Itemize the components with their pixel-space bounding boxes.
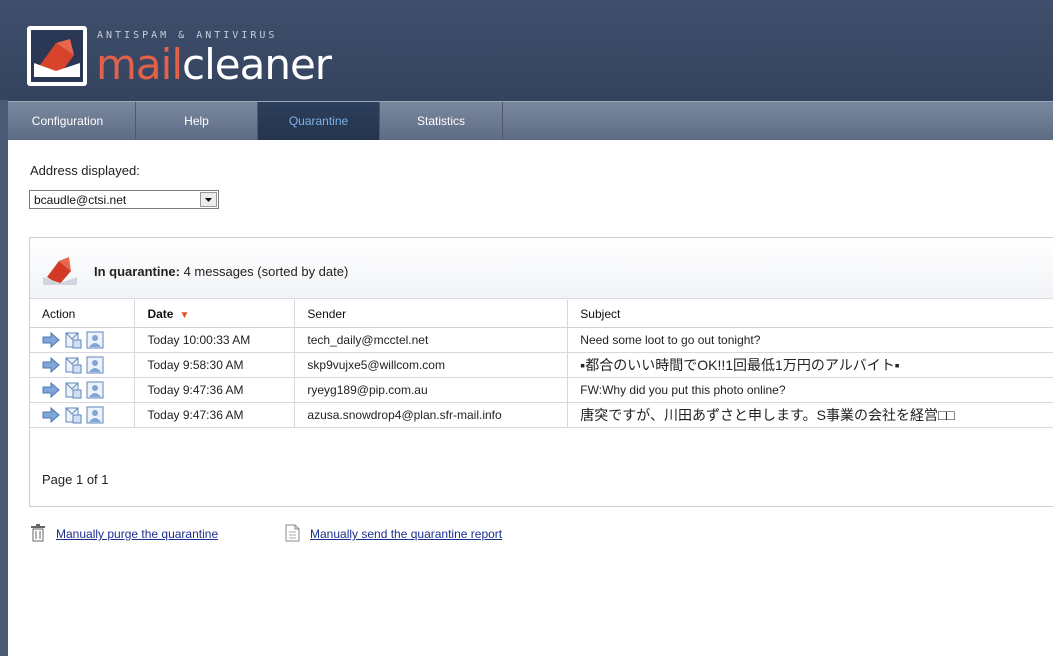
release-arrow-icon[interactable] xyxy=(42,406,60,424)
quarantine-title: In quarantine: 4 messages (sorted by dat… xyxy=(94,264,348,279)
address-selected-value: bcaudle@ctsi.net xyxy=(34,193,127,207)
sort-desc-icon: ▼ xyxy=(179,309,190,321)
main-nav: Configuration Help Quarantine Statistics xyxy=(0,101,1053,140)
purge-link-row: Manually purge the quarantine xyxy=(30,523,218,545)
row-sender: azusa.snowdrop4@plan.sfr-mail.info xyxy=(294,402,569,428)
column-header-date-label: Date xyxy=(147,306,174,321)
trash-icon[interactable] xyxy=(30,523,46,545)
table-row: Today 9:47:36 AM azusa.snowdrop4@plan.sf… xyxy=(30,402,1053,428)
brand-mail: mail xyxy=(96,40,183,89)
row-date: Today 9:47:36 AM xyxy=(134,402,296,428)
row-subject[interactable]: Need some loot to go out tonight? xyxy=(567,327,1053,353)
nav-separator xyxy=(502,102,503,140)
quarantine-header: In quarantine: 4 messages (sorted by dat… xyxy=(30,238,1053,299)
row-date: Today 9:58:30 AM xyxy=(134,352,296,378)
quarantine-table: Action Date ▼ Sender Subject Today 10:00:… xyxy=(30,300,1053,428)
pagination-info: Page 1 of 1 xyxy=(42,472,109,487)
release-arrow-icon[interactable] xyxy=(42,356,60,374)
view-message-icon[interactable] xyxy=(64,331,82,349)
row-sender: tech_daily@mcctel.net xyxy=(294,327,569,353)
row-sender: skp9vujxe5@willcom.com xyxy=(294,352,569,378)
table-header-row: Action Date ▼ Sender Subject xyxy=(30,300,1053,328)
column-header-action: Action xyxy=(30,300,136,328)
tab-quarantine[interactable]: Quarantine xyxy=(258,102,379,140)
brand-cleaner: cleaner xyxy=(182,40,332,89)
row-date: Today 10:00:33 AM xyxy=(134,327,296,353)
tab-help[interactable]: Help xyxy=(136,102,257,140)
report-false-positive-icon[interactable] xyxy=(86,356,104,374)
document-icon[interactable] xyxy=(284,524,300,545)
quarantine-icon xyxy=(43,255,77,290)
table-row: Today 10:00:33 AM tech_daily@mcctel.net … xyxy=(30,327,1053,353)
column-header-subject[interactable]: Subject xyxy=(567,300,1053,328)
report-false-positive-icon[interactable] xyxy=(86,406,104,424)
row-sender: ryeyg189@pip.com.au xyxy=(294,377,569,403)
quarantine-panel: In quarantine: 4 messages (sorted by dat… xyxy=(29,237,1053,507)
address-label: Address displayed: xyxy=(30,163,140,178)
row-subject[interactable]: 唐突ですが、川田あずさと申します。S事業の会社を経営□□ xyxy=(567,402,1053,428)
tab-configuration[interactable]: Configuration xyxy=(0,102,135,140)
chevron-down-icon[interactable] xyxy=(200,192,217,207)
column-header-date[interactable]: Date ▼ xyxy=(134,300,296,328)
send-report-link[interactable]: Manually send the quarantine report xyxy=(310,527,502,541)
tab-statistics[interactable]: Statistics xyxy=(380,102,502,140)
mailcleaner-window: ANTISPAM & ANTIVIRUS mailcleaner Configu… xyxy=(0,0,1053,656)
mailcleaner-logo-icon xyxy=(26,25,88,87)
table-row: Today 9:47:36 AM ryeyg189@pip.com.au FW:… xyxy=(30,377,1053,403)
table-row: Today 9:58:30 AM skp9vujxe5@willcom.com … xyxy=(30,352,1053,378)
row-actions xyxy=(30,377,136,403)
row-actions xyxy=(30,402,136,428)
row-subject[interactable]: ▪都合のいい時間でOK!!1回最低1万円のアルバイト▪ xyxy=(567,352,1053,378)
quarantine-title-count: 4 messages (sorted by date) xyxy=(179,264,349,279)
address-select[interactable]: bcaudle@ctsi.net xyxy=(29,190,219,209)
release-arrow-icon[interactable] xyxy=(42,381,60,399)
view-message-icon[interactable] xyxy=(64,356,82,374)
row-date: Today 9:47:36 AM xyxy=(134,377,296,403)
report-link-row: Manually send the quarantine report xyxy=(284,524,502,544)
view-message-icon[interactable] xyxy=(64,381,82,399)
report-false-positive-icon[interactable] xyxy=(86,331,104,349)
row-actions xyxy=(30,327,136,353)
row-subject[interactable]: FW:Why did you put this photo online? xyxy=(567,377,1053,403)
column-header-sender[interactable]: Sender xyxy=(294,300,569,328)
app-header: ANTISPAM & ANTIVIRUS mailcleaner xyxy=(0,0,1053,101)
left-border xyxy=(0,100,8,656)
release-arrow-icon[interactable] xyxy=(42,331,60,349)
purge-quarantine-link[interactable]: Manually purge the quarantine xyxy=(56,527,218,541)
view-message-icon[interactable] xyxy=(64,406,82,424)
row-actions xyxy=(30,352,136,378)
app-brand: mailcleaner xyxy=(96,40,332,89)
report-false-positive-icon[interactable] xyxy=(86,381,104,399)
quarantine-title-label: In quarantine: xyxy=(94,264,180,279)
